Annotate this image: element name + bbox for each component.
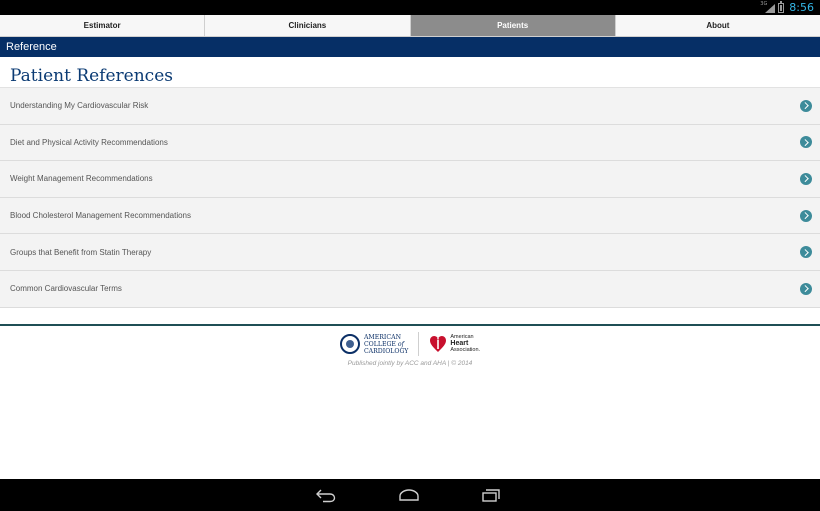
tab-patients[interactable]: Patients <box>410 15 616 36</box>
tab-clinicians[interactable]: Clinicians <box>205 15 411 36</box>
acc-seal-icon <box>339 334 360 354</box>
status-bar: 3G 8:56 <box>0 0 820 15</box>
footer-divider <box>0 324 820 326</box>
page-title: Patient References <box>10 66 173 86</box>
published-notice: Published jointly by ACC and AHA | © 201… <box>347 360 473 367</box>
tab-estimator[interactable]: Estimator <box>0 15 206 36</box>
reference-item-label: Groups that Benefit from Statin Therapy <box>10 247 152 257</box>
chevron-right-circle-icon[interactable] <box>800 172 812 185</box>
reference-item-cardiovascular-risk[interactable]: Understanding My Cardiovascular Risk <box>0 88 820 125</box>
acc-logo-text: AMERICAN COLLEGE of CARDIOLOGY <box>363 333 409 355</box>
reference-item-weight-management[interactable]: Weight Management Recommendations <box>0 161 820 198</box>
reference-list: Understanding My Cardiovascular Risk Die… <box>0 87 820 308</box>
reference-item-diet-activity[interactable]: Diet and Physical Activity Recommendatio… <box>0 124 820 162</box>
reference-item-statin-groups[interactable]: Groups that Benefit from Statin Therapy <box>0 234 820 271</box>
logo-separator <box>418 332 420 356</box>
tab-bar: Estimator Clinicians Patients About <box>0 15 820 37</box>
navigation-bar <box>0 479 820 511</box>
reference-item-label: Understanding My Cardiovascular Risk <box>10 101 149 111</box>
status-icons: 3G 8:56 <box>760 0 814 15</box>
reference-item-label: Common Cardiovascular Terms <box>10 284 122 294</box>
reference-item-label: Diet and Physical Activity Recommendatio… <box>10 137 168 147</box>
battery-icon <box>778 0 785 13</box>
chevron-right-circle-icon[interactable] <box>800 136 812 149</box>
aha-logo: American Heart Association. <box>429 334 480 354</box>
reference-item-cardiovascular-terms[interactable]: Common Cardiovascular Terms <box>0 270 820 308</box>
reference-item-cholesterol-management[interactable]: Blood Cholesterol Management Recommendat… <box>0 197 820 235</box>
aha-heart-torch-icon <box>430 336 447 352</box>
home-icon[interactable] <box>398 487 420 503</box>
back-icon[interactable] <box>315 487 337 503</box>
signal-icon: 3G <box>760 1 776 13</box>
footer-logos: AMERICAN COLLEGE of CARDIOLOGY American … <box>0 330 820 358</box>
tab-about[interactable]: About <box>615 15 820 36</box>
chevron-right-circle-icon[interactable] <box>800 282 812 295</box>
aha-logo-text: American Heart Association. <box>450 334 481 354</box>
reference-item-label: Blood Cholesterol Management Recommendat… <box>10 211 191 221</box>
acc-logo: AMERICAN COLLEGE of CARDIOLOGY <box>339 333 409 355</box>
chevron-right-circle-icon[interactable] <box>800 209 812 222</box>
recent-apps-icon[interactable] <box>480 487 502 503</box>
status-clock: 8:56 <box>789 1 814 14</box>
chevron-right-circle-icon[interactable] <box>800 246 812 259</box>
section-header: Reference <box>0 37 820 57</box>
chevron-right-circle-icon[interactable] <box>800 99 812 112</box>
reference-item-label: Weight Management Recommendations <box>10 174 153 184</box>
